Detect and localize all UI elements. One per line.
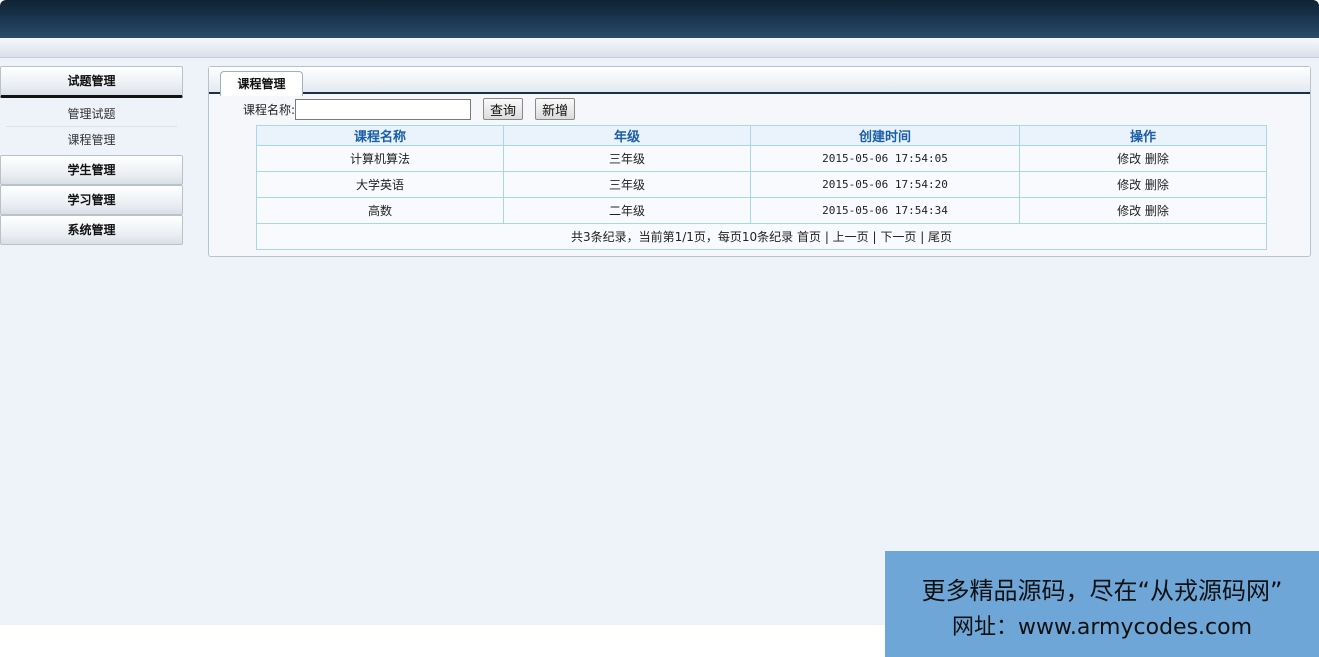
delete-link[interactable]: 删除 [1145,204,1169,218]
sidebar-group-students[interactable]: 学生管理 [0,155,183,185]
pager-prev-link[interactable]: 上一页 [833,230,869,244]
column-header-course-name: 课程名称 [256,125,504,146]
pager: 共3条纪录，当前第1/1页，每页10条纪录 首页 | 上一页 | 下一页 | 尾… [256,223,1267,250]
pager-first-link[interactable]: 首页 [797,230,821,244]
edit-link[interactable]: 修改 [1117,178,1141,192]
course-name-label: 课程名称: [243,102,296,117]
query-button[interactable]: 查询 [483,98,524,120]
table-header-row: 课程名称 年级 创建时间 操作 [256,125,1267,146]
watermark-line-2: 网址：www.armycodes.com [951,615,1253,640]
column-header-grade: 年级 [503,125,751,146]
watermark-line-1: 更多精品源码，尽在“从戎源码网” [921,577,1283,605]
column-header-actions: 操作 [1019,125,1267,146]
sidebar: 试题管理 管理试题 课程管理 学生管理 学习管理 系统管理 [0,66,183,245]
delete-link[interactable]: 删除 [1145,178,1169,192]
add-button[interactable]: 新增 [535,98,576,120]
course-name-input[interactable] [295,98,472,120]
table-row: 计算机算法 三年级 2015-05-06 17:54:05 修改 删除 [256,145,1267,172]
edit-link[interactable]: 修改 [1117,204,1141,218]
cell-grade: 三年级 [503,145,751,172]
course-panel: 课程管理 课程名称: 查询 新增 课程名称 年级 创建时间 操作 计算机算法 三… [208,66,1311,257]
edit-link[interactable]: 修改 [1117,152,1141,166]
search-row: 课程名称: 查询 新增 [243,98,576,120]
panel-header: 课程管理 [209,67,1310,96]
pager-row: 共3条纪录，当前第1/1页，每页10条纪录 首页 | 上一页 | 下一页 | 尾… [256,223,1267,250]
cell-grade: 二年级 [503,197,751,224]
tab-course-management[interactable]: 课程管理 [220,71,303,96]
pager-last-link[interactable]: 尾页 [928,230,952,244]
cell-grade: 三年级 [503,171,751,198]
delete-link[interactable]: 删除 [1145,152,1169,166]
sub-header-bar [0,38,1319,58]
cell-created-time: 2015-05-06 17:54:05 [750,145,1020,172]
pager-summary: 共3条纪录，当前第1/1页，每页10条纪录 [570,230,794,244]
cell-course-name: 计算机算法 [256,145,504,172]
sidebar-group-learning[interactable]: 学习管理 [0,185,183,215]
table-row: 大学英语 三年级 2015-05-06 17:54:20 修改 删除 [256,171,1267,198]
sidebar-group-questions[interactable]: 试题管理 [0,66,183,98]
cell-actions: 修改 删除 [1019,197,1267,224]
sidebar-item-course-management[interactable]: 课程管理 [6,127,177,153]
column-header-created-time: 创建时间 [750,125,1020,146]
course-table: 课程名称 年级 创建时间 操作 计算机算法 三年级 2015-05-06 17:… [256,125,1267,250]
watermark-banner: 更多精品源码，尽在“从戎源码网” 网址：www.armycodes.com [885,551,1319,657]
cell-actions: 修改 删除 [1019,171,1267,198]
cell-course-name: 大学英语 [256,171,504,198]
sidebar-submenu-questions: 管理试题 课程管理 [0,98,183,155]
cell-created-time: 2015-05-06 17:54:20 [750,171,1020,198]
top-header-bar [0,0,1319,38]
cell-actions: 修改 删除 [1019,145,1267,172]
sidebar-item-manage-questions[interactable]: 管理试题 [6,101,177,127]
table-row: 高数 二年级 2015-05-06 17:54:34 修改 删除 [256,197,1267,224]
pager-next-link[interactable]: 下一页 [880,230,916,244]
cell-created-time: 2015-05-06 17:54:34 [750,197,1020,224]
cell-course-name: 高数 [256,197,504,224]
sidebar-group-system[interactable]: 系统管理 [0,215,183,245]
